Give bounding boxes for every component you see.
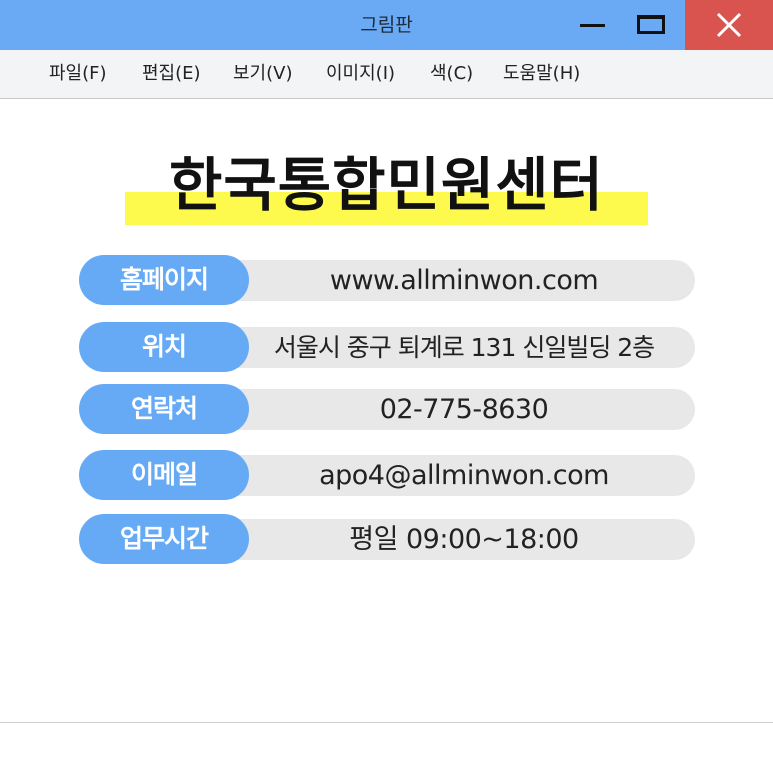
row-value: 02-775-8630 <box>379 394 549 425</box>
close-button[interactable] <box>685 0 773 50</box>
row-value: www.allminwon.com <box>329 265 599 296</box>
minimize-button[interactable] <box>560 0 626 50</box>
title-bar[interactable]: 그림판 <box>0 0 773 50</box>
row-label: 위치 <box>79 322 249 372</box>
row-value: apo4@allminwon.com <box>319 460 609 491</box>
menu-item-view[interactable]: 보기(V) <box>233 50 292 98</box>
maximize-button[interactable] <box>626 0 684 50</box>
info-row-hours: 평일 09:00~18:00 업무시간 <box>79 514 695 564</box>
canvas-title: 한국통합민원센터 <box>169 151 604 219</box>
status-bar <box>0 723 773 773</box>
row-value: 평일 09:00~18:00 <box>349 524 579 555</box>
menu-item-help[interactable]: 도움말(H) <box>503 50 580 98</box>
paint-window: 그림판 파일(F) 편집(E) 보기(V) 이미지(I) 색(C) 도움말(H)… <box>0 0 773 773</box>
menu-item-image[interactable]: 이미지(I) <box>326 50 395 98</box>
info-row-contact: 02-775-8630 연락처 <box>79 384 695 434</box>
menu-bar: 파일(F) 편집(E) 보기(V) 이미지(I) 색(C) 도움말(H) <box>0 50 773 99</box>
menu-item-color[interactable]: 색(C) <box>430 50 473 98</box>
menu-item-file[interactable]: 파일(F) <box>49 50 107 98</box>
canvas-area[interactable]: 한국통합민원센터 www.allminwon.com 홈페이지 서울시 중구 퇴… <box>0 100 773 723</box>
info-row-location: 서울시 중구 퇴계로 131 신일빌딩 2층 위치 <box>79 322 695 372</box>
close-icon <box>716 12 742 38</box>
info-row-email: apo4@allminwon.com 이메일 <box>79 450 695 500</box>
row-label: 이메일 <box>79 450 249 500</box>
maximize-icon <box>637 15 665 34</box>
row-label: 홈페이지 <box>79 255 249 305</box>
row-value: 서울시 중구 퇴계로 131 신일빌딩 2층 <box>273 333 655 362</box>
info-row-homepage: www.allminwon.com 홈페이지 <box>79 255 695 305</box>
row-label: 업무시간 <box>79 514 249 564</box>
menu-item-edit[interactable]: 편집(E) <box>142 50 201 98</box>
row-label: 연락처 <box>79 384 249 434</box>
minimize-icon <box>580 24 605 27</box>
